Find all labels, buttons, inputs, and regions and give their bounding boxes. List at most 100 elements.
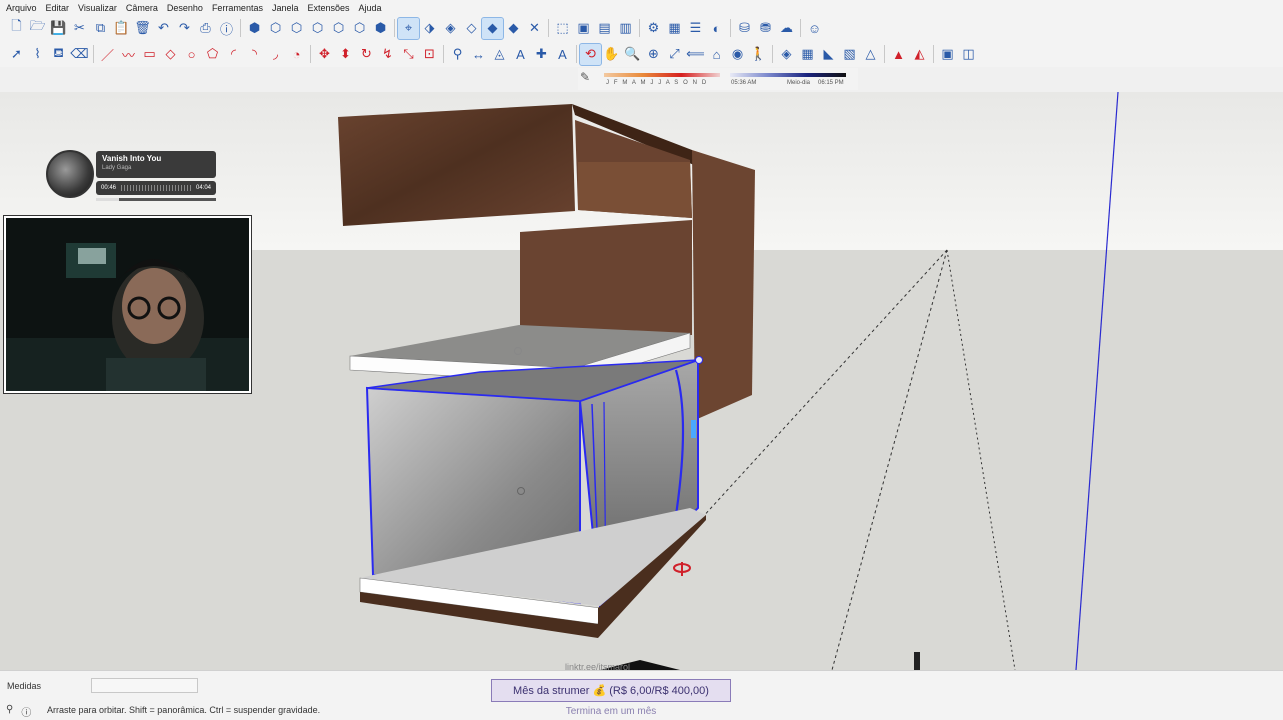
menu-item-desenho[interactable]: Desenho	[167, 3, 203, 13]
protractor-icon[interactable]: ◬	[489, 44, 510, 65]
monochrome-icon[interactable]: ✕	[524, 18, 545, 39]
iso-view-icon[interactable]: ⬢	[244, 18, 265, 39]
line-icon[interactable]: ／	[97, 44, 118, 65]
menu-item-editar[interactable]: Editar	[46, 3, 70, 13]
pie-icon[interactable]: ◔	[286, 44, 307, 65]
trim-icon[interactable]: ◫	[958, 44, 979, 65]
back-edges-icon[interactable]: ⬗	[419, 18, 440, 39]
styles-icon[interactable]: ◐	[706, 18, 727, 39]
lasso-icon[interactable]: ⌇	[27, 44, 48, 65]
shaded-icon[interactable]: ◆	[481, 16, 504, 40]
solid-tools-icon[interactable]: ▲	[888, 44, 909, 65]
offset-icon[interactable]: ⊡	[419, 44, 440, 65]
shadow-icon[interactable]: ✎	[580, 70, 590, 84]
outer-shell-icon[interactable]: ▣	[937, 44, 958, 65]
new-file-icon[interactable]: 🗋	[6, 18, 27, 39]
rotated-rectangle-icon[interactable]: ◇	[160, 44, 181, 65]
zoom-extents-icon[interactable]: ⤢	[664, 44, 685, 65]
now-playing-widget: Vanish Into You Lady Gaga 00:46 04:04	[44, 148, 218, 204]
components-icon[interactable]: ⚙	[643, 18, 664, 39]
2pt-arc-icon[interactable]: ◝	[244, 44, 265, 65]
redo-icon[interactable]: ↷	[174, 18, 195, 39]
open-file-icon[interactable]: 🗁	[27, 18, 48, 39]
walk-icon[interactable]: 🚶	[748, 44, 769, 65]
freehand-icon[interactable]: 〰	[118, 44, 139, 65]
axes-icon[interactable]: ✚	[531, 44, 552, 65]
elapsed-time: 00:46	[101, 185, 117, 191]
paste-icon[interactable]: 📋	[111, 18, 132, 39]
section-plane-icon[interactable]: ⬚	[552, 18, 573, 39]
section-cut-icon[interactable]: ▤	[594, 18, 615, 39]
date-slider[interactable]	[604, 73, 720, 77]
top-view-icon[interactable]: ⬡	[265, 18, 286, 39]
scale-icon[interactable]: ⤡	[398, 44, 419, 65]
hidden-line-icon[interactable]: ◇	[461, 18, 482, 39]
arc-icon[interactable]: ◜	[223, 44, 244, 65]
pan-icon[interactable]: ✋	[601, 44, 622, 65]
follow-me-icon[interactable]: ↯	[377, 44, 398, 65]
menu-item-visualizar[interactable]: Visualizar	[78, 3, 117, 13]
zoom-icon[interactable]: 🔍	[622, 44, 643, 65]
info-icon[interactable]: ⓘ	[21, 704, 31, 719]
circle-icon[interactable]: ○	[181, 44, 202, 65]
orbit-icon[interactable]: ⟲	[579, 42, 602, 66]
zoom-window-icon[interactable]: ⊕	[643, 44, 664, 65]
drape-icon[interactable]: △	[860, 44, 881, 65]
look-around-icon[interactable]: ◉	[727, 44, 748, 65]
measurements-input[interactable]	[91, 678, 198, 693]
menu-item-ferramentas[interactable]: Ferramentas	[212, 3, 263, 13]
rotate-icon[interactable]: ↻	[356, 44, 377, 65]
waveform	[121, 185, 191, 191]
sandbox-scratch-icon[interactable]: ▦	[797, 44, 818, 65]
geolocation-icon[interactable]: ⚲	[6, 704, 13, 719]
undo-icon[interactable]: ↶	[153, 18, 174, 39]
extension-warehouse-icon[interactable]: ⛃	[755, 18, 776, 39]
wireframe-icon[interactable]: ◈	[440, 18, 461, 39]
move-icon[interactable]: ✥	[314, 44, 335, 65]
cut-icon[interactable]: ✂	[69, 18, 90, 39]
menu-item-arquivo[interactable]: Arquivo	[6, 3, 37, 13]
stamp-icon[interactable]: ▧	[839, 44, 860, 65]
bottom-view-icon[interactable]: ⬢	[370, 18, 391, 39]
groups-icon[interactable]: ▦	[664, 18, 685, 39]
intersect-icon[interactable]: ◭	[909, 44, 930, 65]
right-view-icon[interactable]: ⬡	[307, 18, 328, 39]
paint-bucket-icon[interactable]: ⛾	[48, 44, 69, 65]
sketchup-text-icon[interactable]: ☁	[776, 18, 797, 39]
sandbox-from-contours-icon[interactable]: ◈	[776, 44, 797, 65]
select-icon[interactable]: ➚	[6, 44, 27, 65]
toolbar-tools: ➚ ⌇ ⛾ ⌫ ／〰 ▭ ◇ ○ ⬠ ◜ ◝ ◞ ◔ ✥ ⬍ ↻ ↯ ⤡ ⊡ ⚲ ↔ ◬ A ✚ A ⟲ ✋ 🔍 ⊕ ⤢ ⟸ ⌂ ◉ 🚶 ◈ ▦ ◣ ▧ △…	[0, 41, 1283, 67]
menu-item-c-mera[interactable]: Câmera	[126, 3, 158, 13]
left-view-icon[interactable]: ⬡	[349, 18, 370, 39]
3pt-arc-icon[interactable]: ◞	[265, 44, 286, 65]
text-icon[interactable]: A	[510, 44, 531, 65]
dimension-icon[interactable]: ↔	[468, 44, 489, 65]
menu-item-ajuda[interactable]: Ajuda	[359, 3, 382, 13]
erase-icon[interactable]: 🗑	[132, 18, 153, 39]
model-info-icon[interactable]: ⓘ	[216, 18, 237, 39]
smoove-icon[interactable]: ◣	[818, 44, 839, 65]
xray-icon[interactable]: ⌖	[397, 16, 420, 40]
back-view-icon[interactable]: ⬡	[328, 18, 349, 39]
previous-icon[interactable]: ⟸	[685, 44, 706, 65]
rectangle-icon[interactable]: ▭	[139, 44, 160, 65]
eraser-icon[interactable]: ⌫	[69, 44, 90, 65]
time-slider[interactable]	[730, 73, 846, 77]
menu-item-extens-es[interactable]: Extensões	[308, 3, 350, 13]
position-camera-icon[interactable]: ⌂	[706, 44, 727, 65]
account-icon[interactable]: ☺	[804, 18, 825, 39]
polygon-icon[interactable]: ⬠	[202, 44, 223, 65]
tape-measure-icon[interactable]: ⚲	[447, 44, 468, 65]
shaded-textures-icon[interactable]: ◆	[503, 18, 524, 39]
push-pull-icon[interactable]: ⬍	[335, 44, 356, 65]
3d-text-icon[interactable]: A	[552, 44, 573, 65]
menu-item-janela[interactable]: Janela	[272, 3, 299, 13]
print-icon[interactable]: ⎙	[195, 18, 216, 39]
save-icon[interactable]: 💾	[48, 18, 69, 39]
front-view-icon[interactable]: ⬡	[286, 18, 307, 39]
warehouse-icon[interactable]: ⛁	[734, 18, 755, 39]
copy-icon[interactable]: ⧉	[90, 18, 111, 39]
layers-icon[interactable]: ☰	[685, 18, 706, 39]
section-display-icon[interactable]: ▣	[573, 18, 594, 39]
section-fill-icon[interactable]: ▥	[615, 18, 636, 39]
